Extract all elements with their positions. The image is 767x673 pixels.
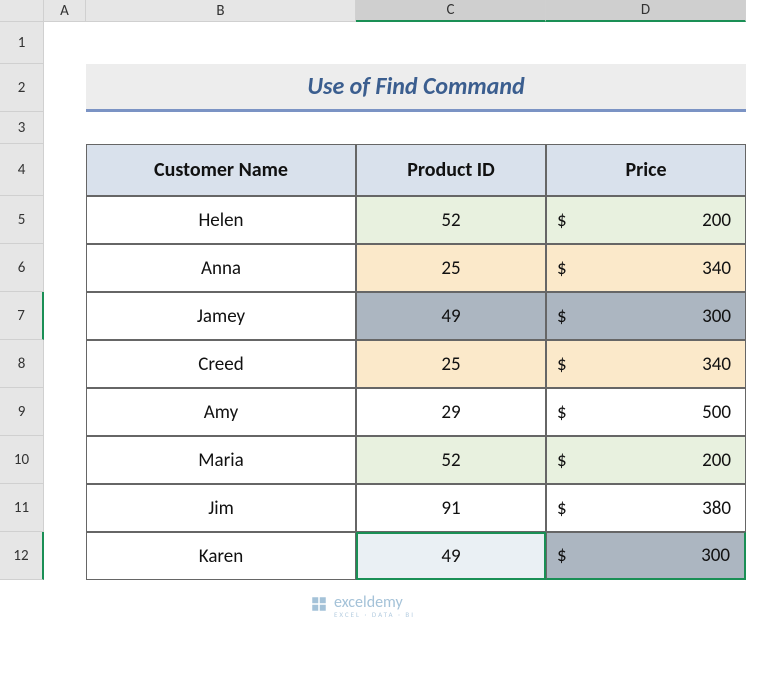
cell-D9[interactable]: $500: [546, 388, 746, 436]
cell-C10[interactable]: 52: [356, 436, 546, 484]
cell-D1[interactable]: [546, 22, 746, 64]
col-header-A[interactable]: A: [44, 0, 86, 22]
currency-symbol: $: [557, 353, 567, 376]
currency-symbol: $: [557, 209, 567, 232]
row-header-2[interactable]: 2: [0, 64, 44, 112]
row-header-5[interactable]: 5: [0, 196, 44, 244]
row-header-8[interactable]: 8: [0, 340, 44, 388]
row-header-3[interactable]: 3: [0, 112, 44, 144]
cell-C7[interactable]: 49: [356, 292, 546, 340]
price-value: 200: [702, 209, 731, 232]
cell-D3[interactable]: [546, 112, 746, 144]
row-header-9[interactable]: 9: [0, 388, 44, 436]
row-header-11[interactable]: 11: [0, 484, 44, 532]
cell-C5[interactable]: 52: [356, 196, 546, 244]
cell-D6[interactable]: $340: [546, 244, 746, 292]
currency-symbol: $: [557, 544, 567, 567]
cell-B1[interactable]: [86, 22, 356, 64]
cell-C6[interactable]: 25: [356, 244, 546, 292]
currency-symbol: $: [557, 401, 567, 424]
watermark: exceldemy EXCEL · DATA · BI: [310, 595, 415, 618]
col-header-B[interactable]: B: [86, 0, 356, 22]
currency-symbol: $: [557, 497, 567, 520]
cell-C9[interactable]: 29: [356, 388, 546, 436]
row-header-7[interactable]: 7: [0, 292, 44, 340]
cell-D5[interactable]: $200: [546, 196, 746, 244]
row-header-6[interactable]: 6: [0, 244, 44, 292]
cell-C1[interactable]: [356, 22, 546, 64]
row-header-12[interactable]: 12: [0, 532, 44, 580]
price-value: 500: [702, 401, 731, 424]
cell-B7[interactable]: Jamey: [86, 292, 356, 340]
cell-B10[interactable]: Maria: [86, 436, 356, 484]
cell-B3[interactable]: [86, 112, 356, 144]
cell-D8[interactable]: $340: [546, 340, 746, 388]
cell-B12[interactable]: Karen: [86, 532, 356, 580]
col-header-D[interactable]: D: [546, 0, 746, 22]
spreadsheet-grid: A B C D 1 2 Use of Find Command 3 4 Cust…: [0, 0, 767, 580]
cell-A7[interactable]: [44, 292, 86, 340]
cell-C12-active[interactable]: 49: [356, 532, 546, 580]
price-value: 380: [702, 497, 731, 520]
cell-A12[interactable]: [44, 532, 86, 580]
cell-A9[interactable]: [44, 388, 86, 436]
cell-A6[interactable]: [44, 244, 86, 292]
select-all-corner[interactable]: [0, 0, 44, 22]
header-product[interactable]: Product ID: [356, 144, 546, 196]
currency-symbol: $: [557, 257, 567, 280]
cell-A3[interactable]: [44, 112, 86, 144]
watermark-icon: [310, 595, 328, 618]
currency-symbol: $: [557, 449, 567, 472]
price-value: 200: [702, 449, 731, 472]
price-value: 340: [702, 257, 731, 280]
title-cell[interactable]: Use of Find Command: [86, 64, 746, 112]
cell-B11[interactable]: Jim: [86, 484, 356, 532]
header-price[interactable]: Price: [546, 144, 746, 196]
cell-D12[interactable]: $300: [546, 532, 746, 580]
cell-B5[interactable]: Helen: [86, 196, 356, 244]
cell-A10[interactable]: [44, 436, 86, 484]
cell-D7[interactable]: $300: [546, 292, 746, 340]
cell-B8[interactable]: Creed: [86, 340, 356, 388]
currency-symbol: $: [557, 305, 567, 328]
cell-A4[interactable]: [44, 144, 86, 196]
price-value: 300: [701, 544, 730, 567]
cell-D10[interactable]: $200: [546, 436, 746, 484]
cell-B9[interactable]: Amy: [86, 388, 356, 436]
row-header-1[interactable]: 1: [0, 22, 44, 64]
watermark-sub: EXCEL · DATA · BI: [334, 611, 415, 618]
cell-B6[interactable]: Anna: [86, 244, 356, 292]
cell-A5[interactable]: [44, 196, 86, 244]
watermark-brand: exceldemy: [334, 595, 415, 611]
cell-C8[interactable]: 25: [356, 340, 546, 388]
row-header-4[interactable]: 4: [0, 144, 44, 196]
cell-A2[interactable]: [44, 64, 86, 112]
price-value: 300: [702, 305, 731, 328]
cell-C3[interactable]: [356, 112, 546, 144]
row-header-10[interactable]: 10: [0, 436, 44, 484]
cell-A11[interactable]: [44, 484, 86, 532]
cell-C11[interactable]: 91: [356, 484, 546, 532]
col-header-C[interactable]: C: [356, 0, 546, 22]
cell-D11[interactable]: $380: [546, 484, 746, 532]
header-customer[interactable]: Customer Name: [86, 144, 356, 196]
price-value: 340: [702, 353, 731, 376]
cell-A1[interactable]: [44, 22, 86, 64]
cell-A8[interactable]: [44, 340, 86, 388]
